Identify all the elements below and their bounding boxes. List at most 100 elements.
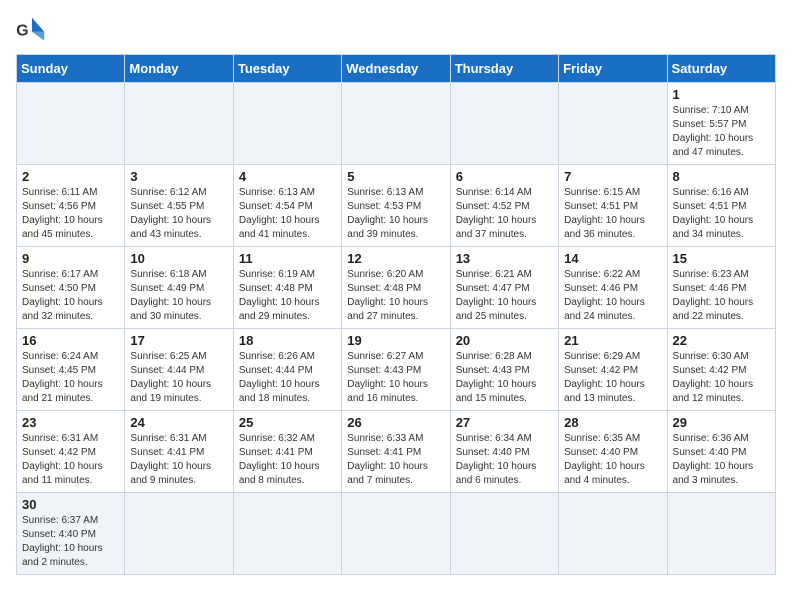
col-header-sunday: Sunday [17, 55, 125, 83]
day-number: 18 [239, 333, 336, 348]
calendar-cell: 18 Sunrise: 6:26 AM Sunset: 4:44 PM Dayli… [233, 329, 341, 411]
calendar-week-1: 1 Sunrise: 7:10 AM Sunset: 5:57 PM Daylig… [17, 83, 776, 165]
calendar-cell: 26 Sunrise: 6:33 AM Sunset: 4:41 PM Dayli… [342, 411, 450, 493]
calendar-cell: 17 Sunrise: 6:25 AM Sunset: 4:44 PM Dayli… [125, 329, 233, 411]
col-header-friday: Friday [559, 55, 667, 83]
day-info: Sunrise: 6:13 AM Sunset: 4:54 PM Dayligh… [239, 186, 336, 242]
calendar-cell: 22Sunrise: 6:30 AM Sunset: 4:42 PM Dayli… [667, 329, 775, 411]
calendar-cell [559, 493, 667, 575]
day-info: Sunrise: 6:37 AM Sunset: 4:40 PM Dayligh… [22, 514, 119, 570]
day-info: Sunrise: 6:25 AM Sunset: 4:44 PM Dayligh… [130, 350, 227, 406]
calendar-header-row: SundayMondayTuesdayWednesdayThursdayFrid… [17, 55, 776, 83]
day-number: 6 [456, 169, 553, 184]
calendar-cell: 14 Sunrise: 6:22 AM Sunset: 4:46 PM Dayli… [559, 247, 667, 329]
day-number: 9 [22, 251, 119, 266]
day-number: 7 [564, 169, 661, 184]
col-header-saturday: Saturday [667, 55, 775, 83]
day-info: Sunrise: 6:22 AM Sunset: 4:46 PM Dayligh… [564, 268, 661, 324]
calendar-cell: 20Sunrise: 6:28 AM Sunset: 4:43 PM Dayli… [450, 329, 558, 411]
calendar-cell: 7Sunrise: 6:15 AM Sunset: 4:51 PM Daylig… [559, 165, 667, 247]
day-number: 23 [22, 415, 119, 430]
day-info: Sunrise: 6:33 AM Sunset: 4:41 PM Dayligh… [347, 432, 444, 488]
day-number: 27 [456, 415, 553, 430]
day-number: 12 [347, 251, 444, 266]
day-number: 17 [130, 333, 227, 348]
day-info: Sunrise: 6:35 AM Sunset: 4:40 PM Dayligh… [564, 432, 661, 488]
day-info: Sunrise: 6:16 AM Sunset: 4:51 PM Dayligh… [673, 186, 770, 242]
day-info: Sunrise: 6:34 AM Sunset: 4:40 PM Dayligh… [456, 432, 553, 488]
day-number: 1 [673, 87, 770, 102]
calendar-cell: 13Sunrise: 6:21 AM Sunset: 4:47 PM Dayli… [450, 247, 558, 329]
day-info: Sunrise: 6:24 AM Sunset: 4:45 PM Dayligh… [22, 350, 119, 406]
calendar-cell [559, 83, 667, 165]
calendar-cell [450, 83, 558, 165]
day-info: Sunrise: 6:18 AM Sunset: 4:49 PM Dayligh… [130, 268, 227, 324]
calendar-week-5: 23 Sunrise: 6:31 AM Sunset: 4:42 PM Dayli… [17, 411, 776, 493]
day-info: Sunrise: 6:20 AM Sunset: 4:48 PM Dayligh… [347, 268, 444, 324]
day-number: 29 [673, 415, 770, 430]
calendar-cell: 3 Sunrise: 6:12 AM Sunset: 4:55 PM Daylig… [125, 165, 233, 247]
calendar-cell: 29 Sunrise: 6:36 AM Sunset: 4:40 PM Dayli… [667, 411, 775, 493]
day-info: Sunrise: 6:17 AM Sunset: 4:50 PM Dayligh… [22, 268, 119, 324]
day-info: Sunrise: 6:13 AM Sunset: 4:53 PM Dayligh… [347, 186, 444, 242]
day-number: 3 [130, 169, 227, 184]
calendar-cell [450, 493, 558, 575]
day-info: Sunrise: 7:10 AM Sunset: 5:57 PM Dayligh… [673, 104, 770, 160]
day-number: 2 [22, 169, 119, 184]
calendar-cell: 11Sunrise: 6:19 AM Sunset: 4:48 PM Dayli… [233, 247, 341, 329]
day-number: 24 [130, 415, 227, 430]
calendar-week-4: 16Sunrise: 6:24 AM Sunset: 4:45 PM Dayli… [17, 329, 776, 411]
calendar-cell [17, 83, 125, 165]
calendar-cell [342, 493, 450, 575]
col-header-thursday: Thursday [450, 55, 558, 83]
day-info: Sunrise: 6:29 AM Sunset: 4:42 PM Dayligh… [564, 350, 661, 406]
day-info: Sunrise: 6:12 AM Sunset: 4:55 PM Dayligh… [130, 186, 227, 242]
calendar-cell: 27 Sunrise: 6:34 AM Sunset: 4:40 PM Dayli… [450, 411, 558, 493]
day-number: 8 [673, 169, 770, 184]
day-info: Sunrise: 6:14 AM Sunset: 4:52 PM Dayligh… [456, 186, 553, 242]
calendar-cell: 4 Sunrise: 6:13 AM Sunset: 4:54 PM Daylig… [233, 165, 341, 247]
calendar-table: SundayMondayTuesdayWednesdayThursdayFrid… [16, 54, 776, 575]
day-info: Sunrise: 6:11 AM Sunset: 4:56 PM Dayligh… [22, 186, 119, 242]
calendar-cell [342, 83, 450, 165]
calendar-cell: 19Sunrise: 6:27 AM Sunset: 4:43 PM Dayli… [342, 329, 450, 411]
day-number: 14 [564, 251, 661, 266]
calendar-cell: 8 Sunrise: 6:16 AM Sunset: 4:51 PM Daylig… [667, 165, 775, 247]
logo-icon: G [16, 16, 48, 44]
calendar-cell: 24 Sunrise: 6:31 AM Sunset: 4:41 PM Dayli… [125, 411, 233, 493]
calendar-cell: 15Sunrise: 6:23 AM Sunset: 4:46 PM Dayli… [667, 247, 775, 329]
calendar-cell: 2 Sunrise: 6:11 AM Sunset: 4:56 PM Daylig… [17, 165, 125, 247]
calendar-week-3: 9 Sunrise: 6:17 AM Sunset: 4:50 PM Daylig… [17, 247, 776, 329]
day-info: Sunrise: 6:26 AM Sunset: 4:44 PM Dayligh… [239, 350, 336, 406]
calendar-cell [233, 83, 341, 165]
calendar-cell: 6 Sunrise: 6:14 AM Sunset: 4:52 PM Daylig… [450, 165, 558, 247]
calendar-cell: 16Sunrise: 6:24 AM Sunset: 4:45 PM Dayli… [17, 329, 125, 411]
calendar-cell: 25 Sunrise: 6:32 AM Sunset: 4:41 PM Dayli… [233, 411, 341, 493]
day-info: Sunrise: 6:36 AM Sunset: 4:40 PM Dayligh… [673, 432, 770, 488]
logo: G [16, 16, 52, 44]
calendar-cell [233, 493, 341, 575]
day-number: 4 [239, 169, 336, 184]
day-number: 25 [239, 415, 336, 430]
day-number: 10 [130, 251, 227, 266]
calendar-cell: 21Sunrise: 6:29 AM Sunset: 4:42 PM Dayli… [559, 329, 667, 411]
day-info: Sunrise: 6:31 AM Sunset: 4:41 PM Dayligh… [130, 432, 227, 488]
day-number: 20 [456, 333, 553, 348]
calendar-cell [667, 493, 775, 575]
day-number: 19 [347, 333, 444, 348]
calendar-cell: 5 Sunrise: 6:13 AM Sunset: 4:53 PM Daylig… [342, 165, 450, 247]
calendar-week-6: 30Sunrise: 6:37 AM Sunset: 4:40 PM Dayli… [17, 493, 776, 575]
calendar-week-2: 2 Sunrise: 6:11 AM Sunset: 4:56 PM Daylig… [17, 165, 776, 247]
calendar-cell: 12 Sunrise: 6:20 AM Sunset: 4:48 PM Dayli… [342, 247, 450, 329]
day-info: Sunrise: 6:32 AM Sunset: 4:41 PM Dayligh… [239, 432, 336, 488]
calendar-cell [125, 493, 233, 575]
calendar-cell: 28 Sunrise: 6:35 AM Sunset: 4:40 PM Dayli… [559, 411, 667, 493]
calendar-cell: 23 Sunrise: 6:31 AM Sunset: 4:42 PM Dayli… [17, 411, 125, 493]
col-header-tuesday: Tuesday [233, 55, 341, 83]
day-number: 28 [564, 415, 661, 430]
day-number: 5 [347, 169, 444, 184]
day-number: 13 [456, 251, 553, 266]
day-info: Sunrise: 6:31 AM Sunset: 4:42 PM Dayligh… [22, 432, 119, 488]
day-number: 26 [347, 415, 444, 430]
day-number: 22 [673, 333, 770, 348]
